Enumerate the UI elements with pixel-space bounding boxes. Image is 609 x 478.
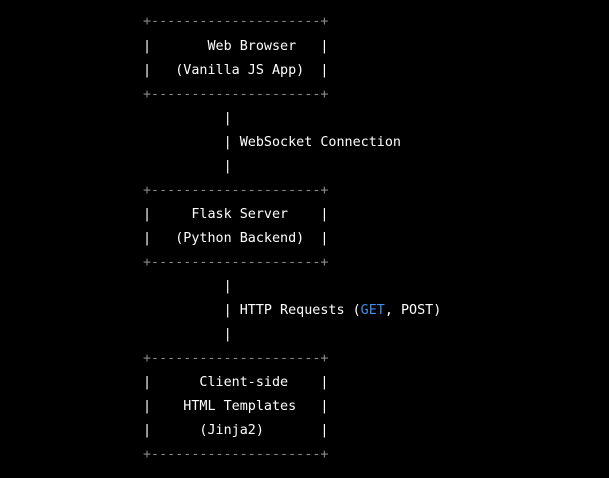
http-connector-bottom: | <box>143 327 232 342</box>
flask-box-title: | Flask Server | <box>143 207 329 222</box>
websocket-connector-label: | WebSocket Connection <box>143 135 401 150</box>
websocket-connector-bottom: | <box>143 159 232 174</box>
templates-box-line-2: | HTML Templates | <box>143 399 329 414</box>
browser-box-subtitle: | (Vanilla JS App) | <box>143 63 329 78</box>
templates-box-line-1: | Client-side | <box>143 375 329 390</box>
flask-box-subtitle: | (Python Backend) | <box>143 231 329 246</box>
templates-box-line-3: | (Jinja2) | <box>143 423 329 438</box>
websocket-connector-top: | <box>143 111 232 126</box>
flask-box-bottom-border: +---------------------+ <box>143 255 329 270</box>
http-connector-label: | HTTP Requests (GET, POST) <box>143 303 442 318</box>
browser-box-top-border: +---------------------+ <box>143 14 329 29</box>
templates-box-bottom-border: +---------------------+ <box>143 447 329 462</box>
http-method-post: POST <box>400 303 434 318</box>
http-method-get: GET <box>360 303 385 318</box>
browser-box-title: | Web Browser | <box>143 39 329 54</box>
http-connector-top: | <box>143 279 232 294</box>
templates-box-top-border: +---------------------+ <box>143 351 329 366</box>
ascii-architecture-diagram: +---------------------+ | Web Browser | … <box>0 0 609 478</box>
flask-box-top-border: +---------------------+ <box>143 183 329 198</box>
browser-box-bottom-border: +---------------------+ <box>143 87 329 102</box>
